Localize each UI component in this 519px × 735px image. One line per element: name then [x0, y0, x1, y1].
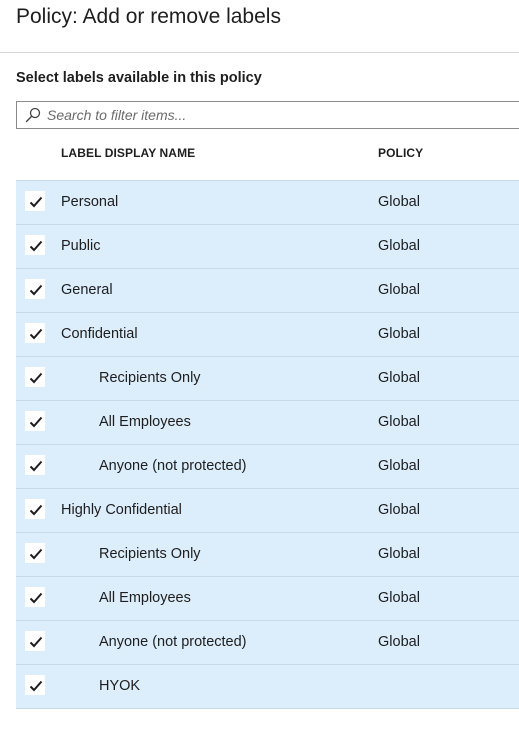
checkmark-icon [29, 592, 43, 604]
column-header-policy[interactable]: POLICY [378, 146, 423, 160]
checkmark-icon [29, 284, 43, 296]
label-name-cell: HYOK [99, 678, 141, 694]
label-name-cell: Public [61, 238, 101, 254]
checkmark-icon [29, 328, 43, 340]
row-checkbox[interactable] [25, 631, 45, 651]
policy-cell: Global [378, 282, 420, 298]
label-name-cell: General [61, 282, 113, 298]
table-row[interactable]: HYOK [16, 664, 519, 709]
policy-cell: Global [378, 634, 420, 650]
table-row[interactable]: All Employees Global [16, 400, 519, 444]
checkmark-icon [29, 372, 43, 384]
table-row[interactable]: Anyone (not protected) Global [16, 620, 519, 664]
table-row[interactable]: Recipients Only Global [16, 532, 519, 576]
row-checkbox[interactable] [25, 235, 45, 255]
labels-table: Personal Global Public Global General Global C… [16, 180, 519, 709]
policy-cell: Global [378, 326, 420, 342]
label-name-cell: Confidential [61, 326, 138, 342]
table-row[interactable]: Public Global [16, 224, 519, 268]
label-name-cell: All Employees [99, 414, 191, 430]
checkmark-icon [29, 416, 43, 428]
row-checkbox[interactable] [25, 367, 45, 387]
row-checkbox[interactable] [25, 675, 45, 695]
policy-cell: Global [378, 458, 420, 474]
row-checkbox[interactable] [25, 499, 45, 519]
table-row[interactable]: Confidential Global [16, 312, 519, 356]
table-row[interactable]: All Employees Global [16, 576, 519, 620]
search-input[interactable] [47, 104, 507, 126]
page-title: Policy: Add or remove labels [16, 5, 281, 28]
table-row[interactable]: Highly Confidential Global [16, 488, 519, 532]
section-heading: Select labels available in this policy [16, 70, 262, 86]
table-row[interactable]: Recipients Only Global [16, 356, 519, 400]
column-header-label-display-name[interactable]: LABEL DISPLAY NAME [61, 146, 195, 160]
blade-header: Policy: Add or remove labels [0, 0, 519, 53]
policy-cell: Global [378, 546, 420, 562]
table-row[interactable]: Anyone (not protected) Global [16, 444, 519, 488]
row-checkbox[interactable] [25, 411, 45, 431]
policy-cell: Global [378, 502, 420, 518]
checkmark-icon [29, 504, 43, 516]
search-icon [25, 107, 41, 123]
row-checkbox[interactable] [25, 455, 45, 475]
row-checkbox[interactable] [25, 323, 45, 343]
checkmark-icon [29, 680, 43, 692]
row-checkbox[interactable] [25, 279, 45, 299]
checkmark-icon [29, 240, 43, 252]
checkmark-icon [29, 460, 43, 472]
label-name-cell: Recipients Only [99, 546, 201, 562]
label-name-cell: Recipients Only [99, 370, 201, 386]
row-checkbox[interactable] [25, 543, 45, 563]
search-box[interactable] [16, 101, 519, 129]
table-row[interactable]: Personal Global [16, 180, 519, 224]
table-row[interactable]: General Global [16, 268, 519, 312]
label-name-cell: Personal [61, 194, 119, 210]
checkmark-icon [29, 548, 43, 560]
row-checkbox[interactable] [25, 587, 45, 607]
policy-cell: Global [378, 370, 420, 386]
label-name-cell: All Employees [99, 590, 191, 606]
policy-cell: Global [378, 238, 420, 254]
checkmark-icon [29, 636, 43, 648]
row-checkbox[interactable] [25, 191, 45, 211]
label-name-cell: Anyone (not protected) [99, 458, 247, 474]
policy-cell: Global [378, 590, 420, 606]
policy-cell: Global [378, 414, 420, 430]
label-name-cell: Anyone (not protected) [99, 634, 247, 650]
policy-cell: Global [378, 194, 420, 210]
label-name-cell: Highly Confidential [61, 502, 182, 518]
checkmark-icon [29, 196, 43, 208]
